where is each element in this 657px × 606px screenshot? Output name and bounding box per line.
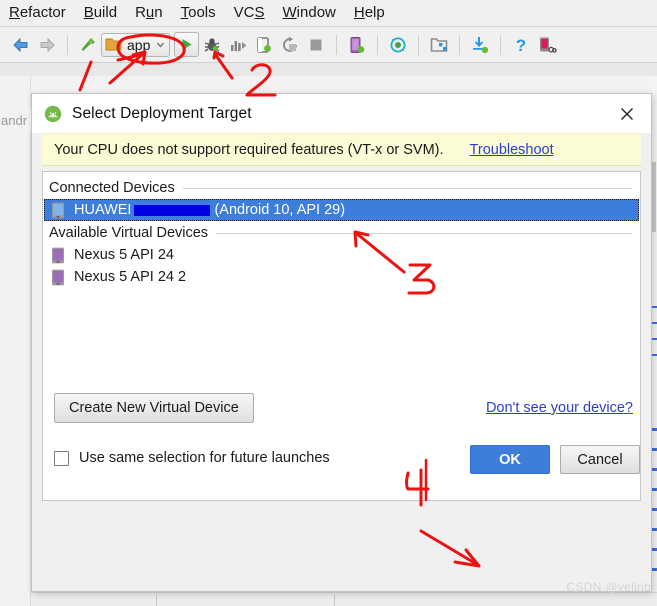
dialog-footer: Create New Virtual Device Don't see your… (32, 383, 651, 501)
use-same-selection-label: Use same selection for future launches (79, 450, 330, 466)
attach-debugger-icon[interactable] (251, 32, 277, 58)
device-vendor: HUAWEI (74, 202, 132, 218)
group-header-label: Available Virtual Devices (49, 225, 209, 241)
cpu-warning-text: Your CPU does not support required featu… (54, 141, 444, 158)
dialog-content: Your CPU does not support required featu… (32, 133, 651, 501)
watermark: CSDN @velinb (566, 580, 651, 594)
device-row-label: Nexus 5 API 24 2 (74, 269, 187, 285)
menu-item-run[interactable]: Run (126, 2, 172, 25)
menu-item-tools-label: ools (188, 3, 216, 21)
device-row-label: HUAWEI (Android 10, API 29) (74, 202, 345, 218)
group-header-rule (182, 187, 632, 189)
device-row-nexus5-api24-2[interactable]: Nexus 5 API 24 2 (43, 266, 640, 288)
virtual-device-icon (51, 269, 65, 286)
group-header-connected-devices: Connected Devices (43, 176, 640, 199)
dont-see-your-device-link[interactable]: Don't see your device? (486, 400, 633, 416)
arrow-right-icon[interactable] (34, 32, 60, 58)
dialog-title: Select Deployment Target (72, 104, 252, 122)
dialog-titlebar: Select Deployment Target (32, 94, 651, 133)
menu-item-vcs[interactable]: VCS (225, 2, 274, 25)
menu-item-help[interactable]: Help (345, 2, 394, 25)
menu-item-help-label: elp (364, 3, 385, 21)
ok-button[interactable]: OK (470, 445, 550, 474)
avd-manager-icon[interactable] (344, 32, 370, 58)
arrow-left-icon[interactable] (8, 32, 34, 58)
select-deployment-target-dialog: Select Deployment Target Your CPU does n… (31, 93, 652, 592)
cpu-warning-banner: Your CPU does not support required featu… (42, 133, 641, 166)
module-folder-icon (105, 37, 122, 52)
run-play-icon[interactable] (174, 32, 200, 57)
screenshot-root: andr Refactor Build Run Tools VCS Window… (0, 0, 657, 606)
hammer-icon[interactable] (75, 32, 101, 58)
cancel-button[interactable]: Cancel (560, 445, 640, 474)
stop-square-icon[interactable] (303, 32, 329, 58)
debug-bug-icon[interactable] (199, 32, 225, 58)
menu-item-refactor[interactable]: Refactor (0, 2, 75, 25)
rerun-icon[interactable] (277, 32, 303, 58)
ide-left-strip (0, 76, 31, 606)
breadcrumb: andr (0, 110, 31, 132)
redacted-device-name (134, 204, 211, 216)
help-question-icon[interactable]: ? (508, 32, 534, 58)
toolbar-separator (336, 34, 338, 55)
device-row-label: Nexus 5 API 24 (74, 247, 174, 263)
toolbar-separator (377, 34, 379, 55)
physical-device-icon (51, 202, 65, 219)
device-row-nexus5-api24[interactable]: Nexus 5 API 24 (43, 244, 640, 266)
menu-bar: Refactor Build Run Tools VCS Window Help (0, 0, 657, 27)
menu-item-window-label: indow (296, 3, 336, 21)
virtual-device-icon (51, 247, 65, 264)
main-toolbar: app ? (0, 27, 657, 62)
menu-item-window[interactable]: Window (274, 2, 345, 25)
toolbar-bottom-edge (0, 62, 657, 76)
close-icon[interactable] (617, 104, 637, 124)
menu-item-build-label: uild (93, 3, 118, 21)
menu-item-build[interactable]: Build (75, 2, 126, 25)
group-header-available-virtual-devices: Available Virtual Devices (43, 221, 640, 244)
group-header-label: Connected Devices (49, 180, 175, 196)
device-file-explorer-icon[interactable] (534, 32, 560, 58)
toolbar-separator (418, 34, 420, 55)
device-row-connected-huawei[interactable]: HUAWEI (Android 10, API 29) (44, 199, 639, 221)
troubleshoot-link[interactable]: Troubleshoot (470, 142, 554, 158)
ide-status-bar (31, 592, 657, 606)
project-structure-icon[interactable] (426, 32, 452, 58)
sync-gradle-icon[interactable] (385, 32, 411, 58)
toolbar-separator (459, 34, 461, 55)
toolbar-separator (500, 34, 502, 55)
android-studio-icon (44, 105, 62, 123)
sdk-manager-icon[interactable] (467, 32, 493, 58)
chevron-down-icon[interactable] (156, 40, 165, 49)
run-configuration-selector[interactable]: app (101, 32, 171, 58)
profiler-icon[interactable] (225, 32, 251, 58)
menu-item-tools[interactable]: Tools (172, 2, 225, 25)
device-api-info: (Android 10, API 29) (214, 202, 346, 218)
group-header-rule (216, 232, 632, 234)
menu-item-refactor-label: efactor (19, 3, 66, 21)
svg-text:?: ? (516, 36, 526, 55)
use-same-selection-checkbox-wrap[interactable]: Use same selection for future launches (54, 450, 330, 466)
create-new-virtual-device-button[interactable]: Create New Virtual Device (54, 393, 254, 423)
use-same-selection-checkbox[interactable] (54, 450, 69, 466)
toolbar-separator (67, 34, 68, 55)
run-configuration-label: app (127, 36, 151, 53)
